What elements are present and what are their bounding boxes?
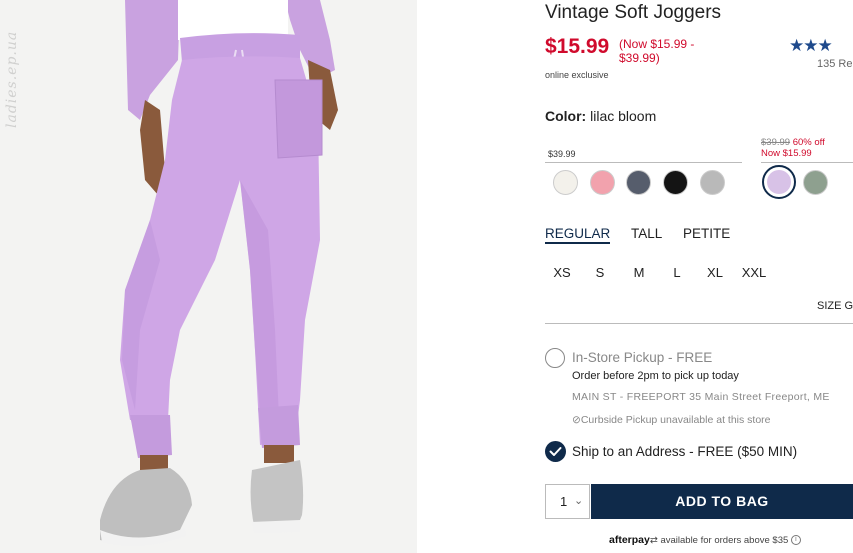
rating-widget[interactable]: ★★★ 135 Re bbox=[789, 36, 853, 70]
watermark-text: ladies.ep.ua bbox=[4, 30, 20, 128]
ship-to-address-label[interactable]: Ship to an Address - FREE ($50 MIN) bbox=[572, 444, 797, 459]
color-swatch-lilac-bloom[interactable] bbox=[762, 165, 796, 199]
quantity-value: 1 bbox=[560, 494, 568, 509]
afterpay-text: available for orders above $35 bbox=[660, 535, 789, 546]
regular-price-group-label: $39.99 bbox=[548, 149, 576, 159]
color-swatch-sage[interactable] bbox=[803, 170, 828, 195]
review-count-link[interactable]: 135 Re bbox=[817, 58, 852, 70]
sale-group-divider bbox=[761, 162, 853, 163]
product-title: Vintage Soft Joggers bbox=[545, 2, 722, 23]
color-swatch-black[interactable] bbox=[663, 170, 688, 195]
color-label-key: Color: bbox=[545, 108, 587, 124]
online-exclusive-badge: online exclusive bbox=[545, 70, 609, 80]
size-option-m[interactable]: M bbox=[624, 265, 654, 280]
sale-group-now-price: Now $15.99 bbox=[761, 148, 812, 159]
size-option-s[interactable]: S bbox=[585, 265, 615, 280]
add-to-bag-button[interactable]: ADD TO BAG bbox=[591, 484, 853, 519]
fit-tab-petite[interactable]: PETITE bbox=[683, 226, 730, 241]
curbside-text: Curbside Pickup unavailable at this stor… bbox=[580, 414, 771, 426]
in-store-pickup-label[interactable]: In-Store Pickup - FREE bbox=[572, 350, 712, 365]
afterpay-logo: afterpay bbox=[609, 534, 650, 546]
ship-to-address-radio[interactable] bbox=[545, 441, 566, 462]
size-option-xl[interactable]: XL bbox=[700, 265, 730, 280]
pickup-cutoff-note: Order before 2pm to pick up today bbox=[572, 370, 739, 382]
color-label: Color: lilac bloom bbox=[545, 108, 656, 124]
color-swatch-ivory[interactable] bbox=[553, 170, 578, 195]
price-range: (Now $15.99 - $39.99) bbox=[619, 37, 695, 65]
jogger-model-image bbox=[0, 0, 417, 553]
sale-group-original-price: $39.99 bbox=[761, 137, 791, 148]
color-swatch-slate[interactable] bbox=[626, 170, 651, 195]
store-address: MAIN ST - FREEPORT 35 Main Street Freepo… bbox=[572, 391, 830, 403]
fit-tab-regular[interactable]: REGULAR bbox=[545, 226, 611, 244]
sale-price: $15.99 bbox=[545, 35, 610, 58]
chevron-down-icon: ⌄ bbox=[574, 495, 584, 507]
color-swatch-pink[interactable] bbox=[590, 170, 615, 195]
afterpay-notice: afterpay⇄ available for orders above $35… bbox=[609, 534, 801, 546]
sale-group-discount: 60% off bbox=[792, 137, 825, 148]
quantity-select[interactable]: 1 ⌄ bbox=[545, 484, 590, 519]
swatch-fill bbox=[767, 170, 791, 194]
checkmark-icon bbox=[549, 447, 562, 456]
curbside-icon: ⊘ bbox=[572, 414, 581, 426]
size-guide-link[interactable]: SIZE G bbox=[817, 300, 853, 312]
curbside-notice: ⊘Curbside Pickup unavailable at this sto… bbox=[572, 414, 771, 426]
product-photo: ladies.ep.ua bbox=[0, 0, 417, 553]
star-rating-icon: ★★★ bbox=[789, 36, 833, 55]
color-swatch-heather-grey[interactable] bbox=[700, 170, 725, 195]
afterpay-arrows-icon: ⇄ bbox=[649, 535, 658, 546]
size-option-xxl[interactable]: XXL bbox=[739, 265, 769, 280]
in-store-pickup-radio[interactable] bbox=[545, 348, 565, 368]
product-info-panel: Vintage Soft Joggers $15.99 (Now $15.99 … bbox=[545, 0, 853, 553]
size-option-xs[interactable]: XS bbox=[547, 265, 577, 280]
price-group-divider bbox=[545, 162, 742, 163]
sale-price-group-label: $39.99 60% off Now $15.99 bbox=[761, 137, 825, 159]
size-option-l[interactable]: L bbox=[662, 265, 692, 280]
color-name: lilac bloom bbox=[590, 108, 657, 124]
info-icon[interactable]: i bbox=[790, 535, 801, 546]
section-divider bbox=[545, 323, 853, 324]
fit-tab-tall[interactable]: TALL bbox=[631, 226, 662, 241]
